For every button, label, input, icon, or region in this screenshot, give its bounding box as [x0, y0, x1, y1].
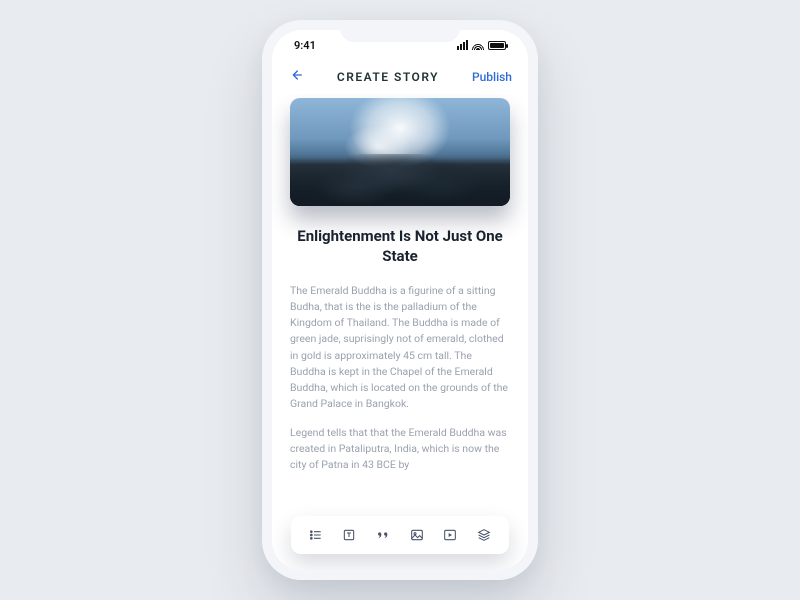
tool-text[interactable]: [338, 524, 360, 546]
image-icon: [409, 527, 425, 543]
story-title[interactable]: Enlightenment Is Not Just One State: [290, 226, 510, 267]
screen: 9:41 CREATE STORY Publish Enlightenment …: [272, 30, 528, 570]
battery-icon: [488, 41, 506, 50]
header: CREATE STORY Publish: [272, 60, 528, 94]
publish-button[interactable]: Publish: [472, 70, 512, 84]
list-icon: [308, 527, 324, 543]
hero-image[interactable]: [290, 98, 510, 206]
tool-list[interactable]: [305, 524, 327, 546]
status-time: 9:41: [294, 39, 316, 52]
status-icons: [457, 40, 506, 50]
cellular-icon: [457, 40, 468, 50]
video-icon: [442, 527, 458, 543]
tool-image[interactable]: [406, 524, 428, 546]
tool-quote[interactable]: [372, 524, 394, 546]
editor-toolbar: [291, 516, 509, 554]
quote-icon: [375, 527, 391, 543]
story-paragraph[interactable]: The Emerald Buddha is a figurine of a si…: [290, 283, 510, 413]
wifi-icon: [472, 41, 484, 50]
page-title: CREATE STORY: [337, 70, 439, 84]
notch: [340, 20, 460, 42]
text-icon: [341, 527, 357, 543]
tool-layers[interactable]: [473, 524, 495, 546]
story-body[interactable]: The Emerald Buddha is a figurine of a si…: [290, 283, 510, 474]
layers-icon: [476, 527, 492, 543]
story-paragraph[interactable]: Legend tells that that the Emerald Buddh…: [290, 425, 510, 474]
arrow-left-icon: [288, 67, 304, 83]
story-content[interactable]: Enlightenment Is Not Just One State The …: [272, 94, 528, 570]
back-button[interactable]: [288, 67, 304, 87]
tool-video[interactable]: [439, 524, 461, 546]
phone-frame: 9:41 CREATE STORY Publish Enlightenment …: [262, 20, 538, 580]
